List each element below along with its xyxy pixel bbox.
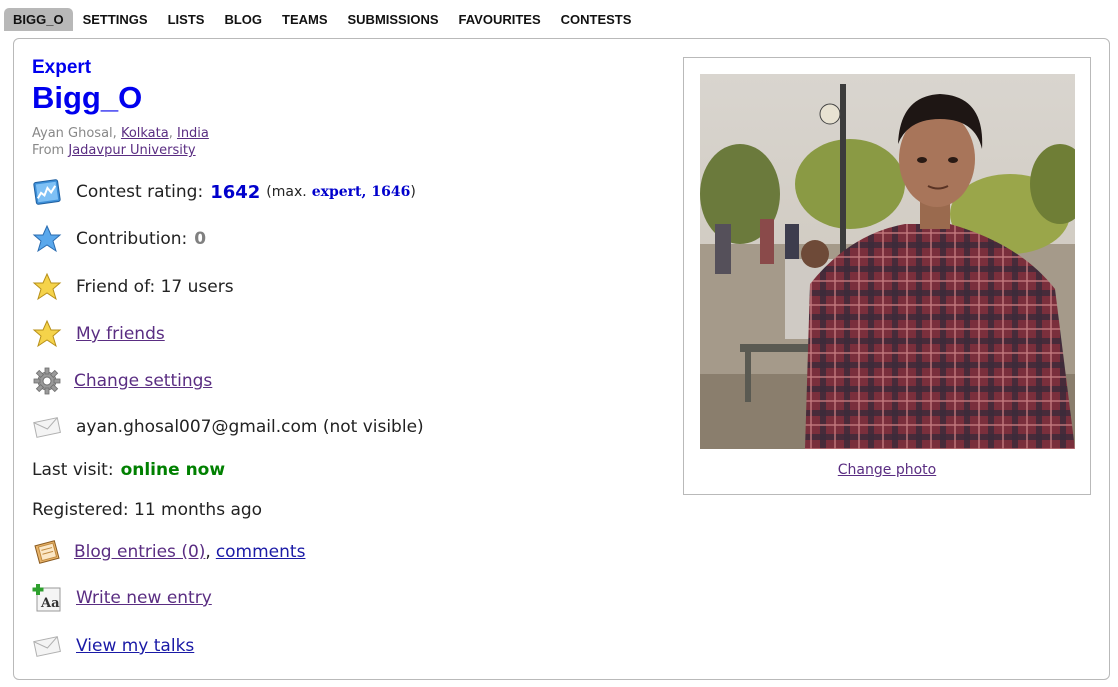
friend-of-text: Friend of: 17 users — [76, 277, 234, 297]
write-entry-link[interactable]: Write new entry — [76, 588, 212, 608]
city-link[interactable]: Kolkata — [121, 126, 169, 141]
change-photo-wrap: Change photo — [683, 462, 1091, 478]
tab-contests[interactable]: CONTESTS — [551, 8, 642, 31]
rating-chart-icon — [32, 177, 62, 207]
tab-submissions[interactable]: SUBMISSIONS — [338, 8, 449, 31]
user-location: Ayan Ghosal, Kolkata, India — [32, 126, 209, 141]
user-avatar-photo — [700, 74, 1075, 449]
blue-star-icon — [32, 224, 62, 254]
university-link[interactable]: Jadavpur University — [68, 143, 195, 158]
from-label: From — [32, 143, 65, 158]
gold-star-icon — [32, 272, 62, 302]
contribution-label: Contribution: — [76, 229, 188, 249]
friend-of-row: Friend of: 17 users — [32, 272, 234, 302]
tab-teams[interactable]: TEAMS — [272, 8, 338, 31]
tab-blog[interactable]: BLOG — [214, 8, 272, 31]
comma: , — [205, 542, 211, 562]
write-entry-icon: Aa — [32, 583, 62, 613]
comments-link[interactable]: comments — [216, 542, 306, 562]
talks-row: View my talks — [32, 631, 194, 661]
envelope-icon — [32, 631, 62, 661]
blog-book-icon — [32, 537, 62, 567]
max-close: ) — [410, 184, 416, 200]
tab-lists[interactable]: LISTS — [158, 8, 215, 31]
write-entry-row: Aa Write new entry — [32, 583, 212, 613]
profile-tabs: BIGG_O SETTINGS LISTS BLOG TEAMS SUBMISS… — [4, 6, 642, 31]
my-friends-link[interactable]: My friends — [76, 324, 165, 344]
blog-entries-link[interactable]: Blog entries (0) — [74, 542, 205, 562]
max-rank: expert, — [311, 184, 367, 200]
registered-row: Registered: 11 months ago — [32, 500, 262, 520]
my-friends-row: My friends — [32, 319, 165, 349]
view-talks-link[interactable]: View my talks — [76, 636, 194, 656]
tab-settings[interactable]: SETTINGS — [73, 8, 158, 31]
rating-label: Contest rating: — [76, 182, 204, 202]
last-visit-row: Last visit: online now — [32, 460, 225, 480]
last-visit-label: Last visit: — [32, 460, 114, 480]
user-organization: From Jadavpur University — [32, 143, 196, 158]
user-name: Ayan Ghosal — [32, 126, 113, 141]
tab-profile[interactable]: BIGG_O — [4, 7, 73, 31]
registered-text: Registered: 11 months ago — [32, 500, 263, 520]
change-photo-link[interactable]: Change photo — [838, 462, 936, 478]
contribution-row: Contribution: 0 — [32, 224, 206, 254]
tab-favourites[interactable]: FAVOURITES — [449, 8, 551, 31]
contribution-value: 0 — [194, 229, 207, 249]
gold-star-icon — [32, 319, 62, 349]
last-visit-status: online now — [120, 460, 226, 480]
user-handle: Bigg_O — [32, 80, 143, 115]
contest-rating-row: Contest rating: 1642 (max. expert, 1646 … — [32, 177, 416, 207]
separator: , — [168, 126, 177, 141]
change-settings-link[interactable]: Change settings — [74, 371, 212, 391]
separator: , — [112, 126, 121, 141]
max-rating: 1646 — [371, 184, 411, 200]
gear-icon — [32, 366, 62, 396]
email-text: ayan.ghosal007@gmail.com (not visible) — [76, 417, 424, 437]
envelope-icon — [32, 412, 62, 442]
email-row: ayan.ghosal007@gmail.com (not visible) — [32, 412, 424, 442]
change-settings-row: Change settings — [32, 366, 212, 396]
user-rank: Expert — [32, 57, 92, 78]
country-link[interactable]: India — [177, 126, 209, 141]
max-open: (max. — [266, 184, 307, 200]
rating-value: 1642 — [210, 181, 261, 203]
blog-row: Blog entries (0), comments — [32, 537, 305, 567]
svg-text:Aa: Aa — [40, 596, 60, 611]
